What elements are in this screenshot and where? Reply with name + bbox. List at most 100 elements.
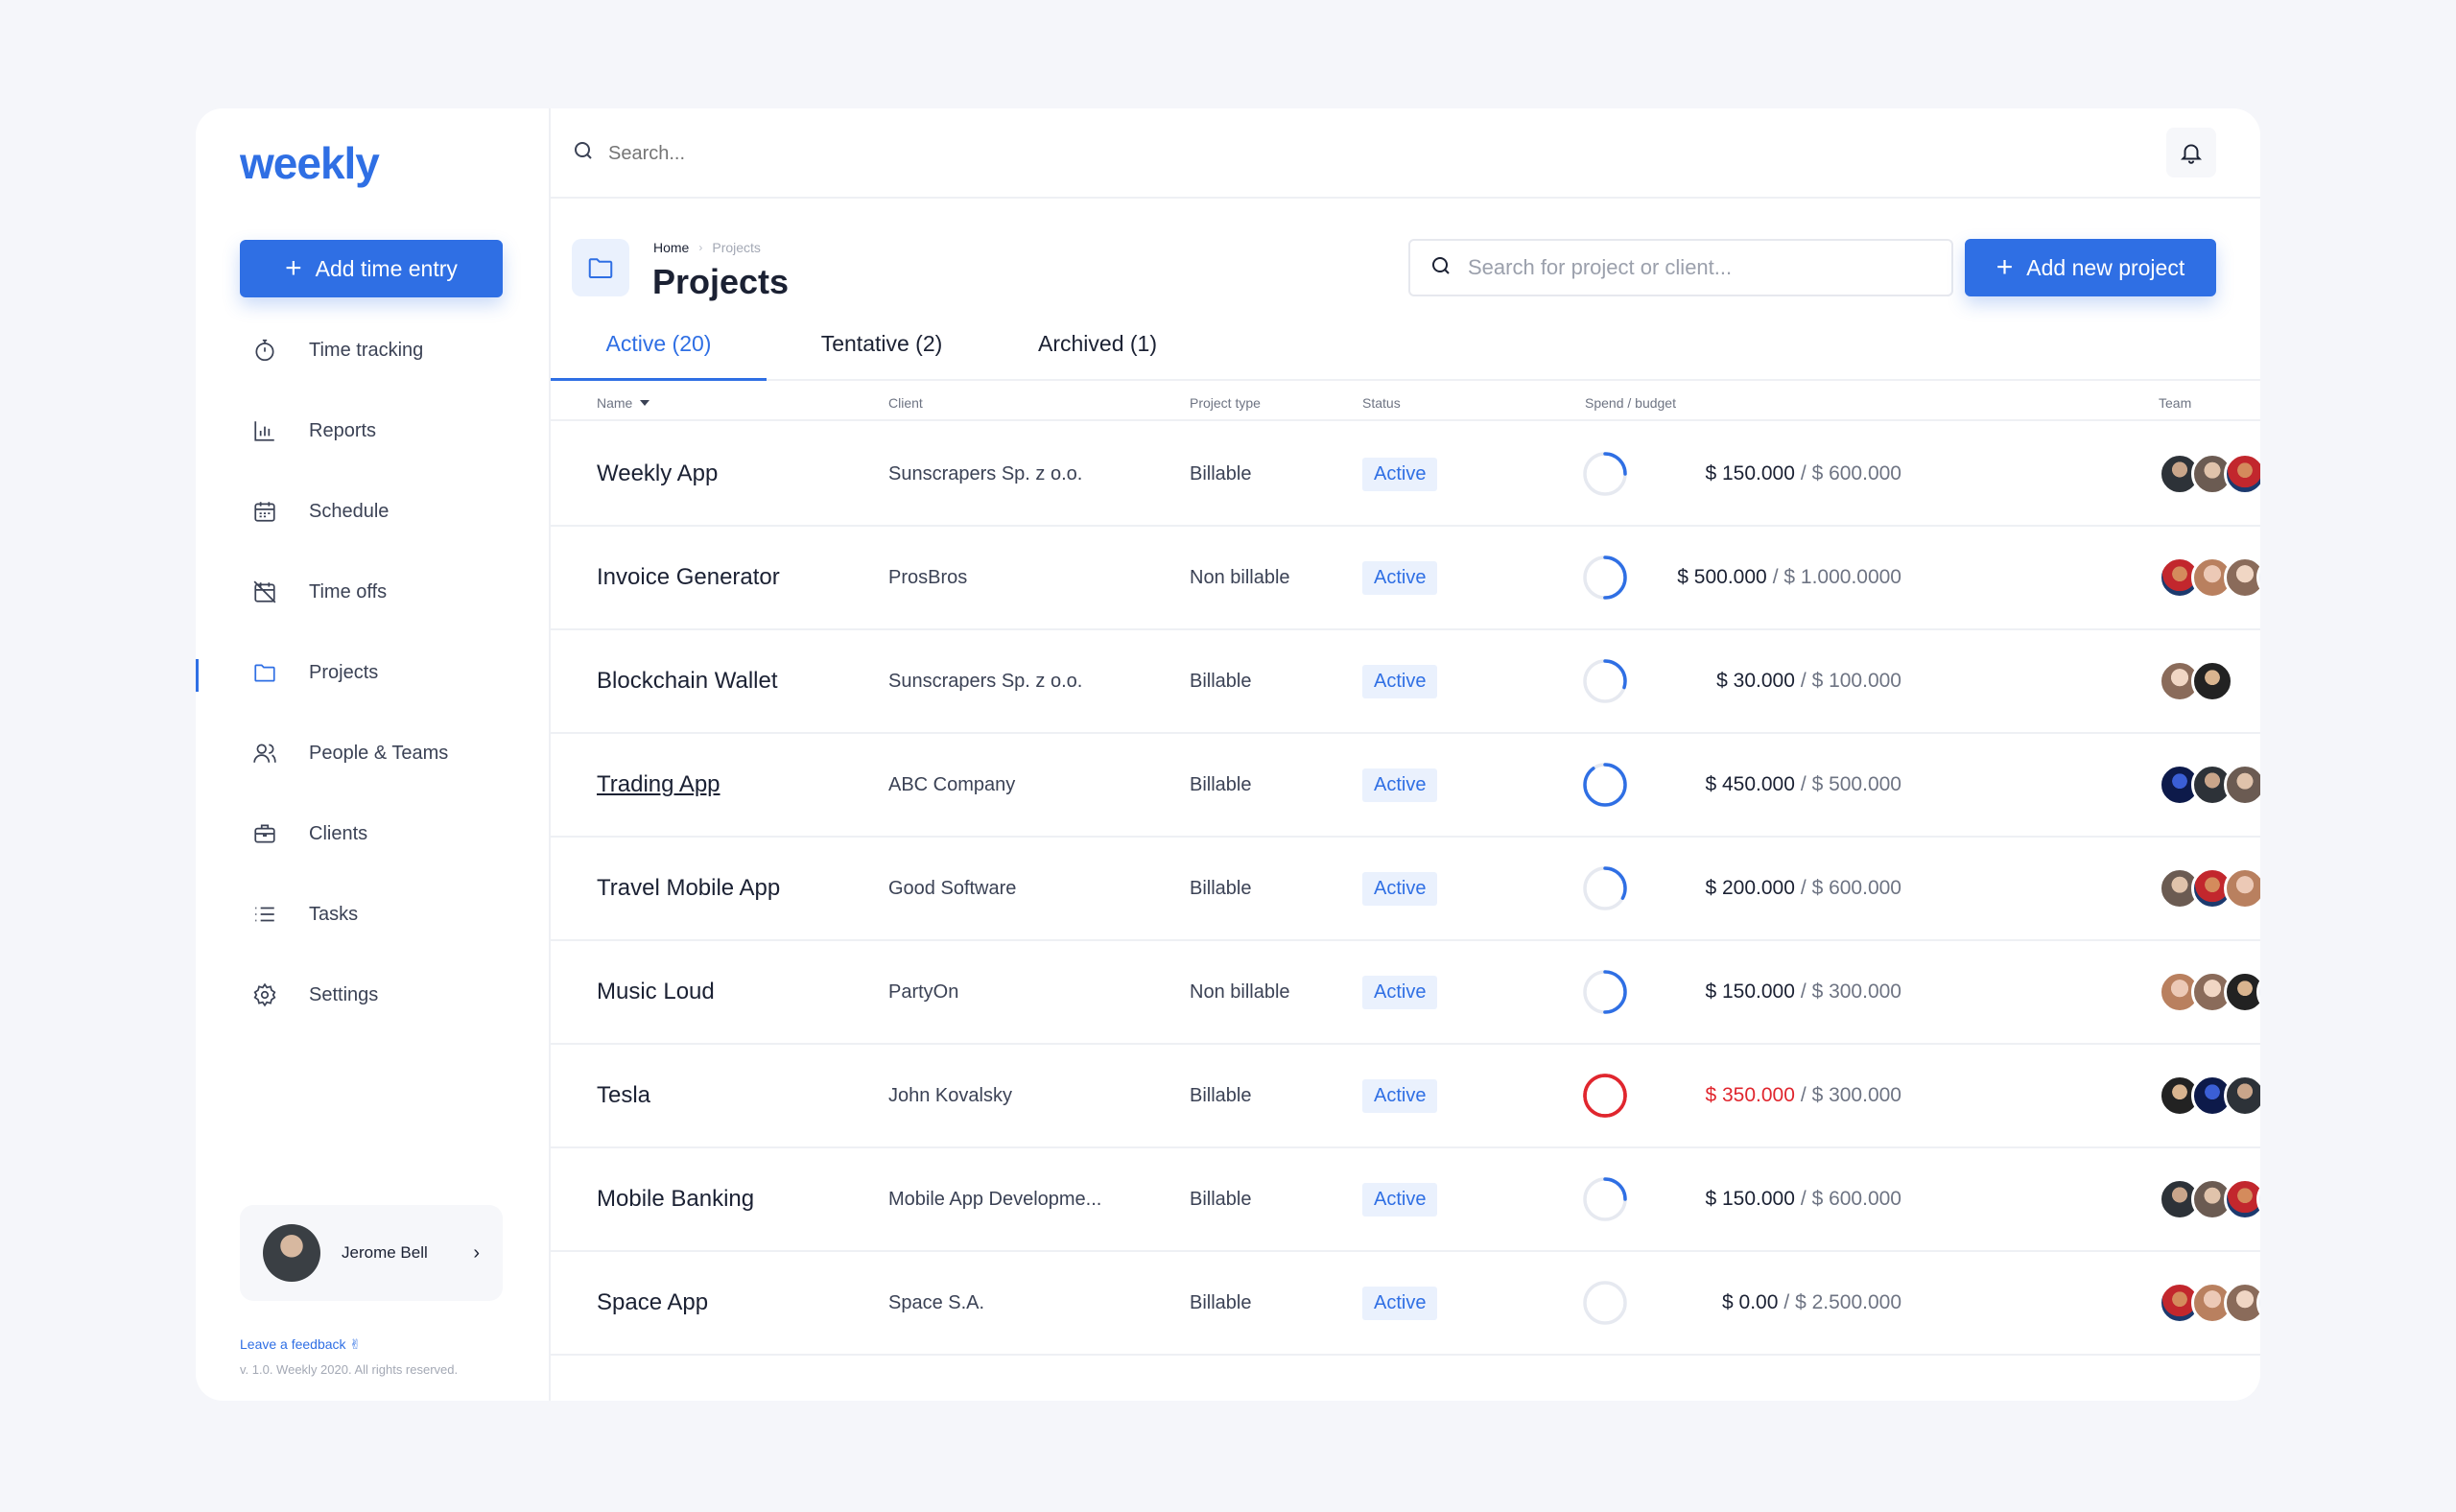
caret-down-icon <box>640 400 650 406</box>
tab-archived[interactable]: Archived (1) <box>997 329 1198 381</box>
project-search <box>1408 239 1953 296</box>
sidebar-item-reports[interactable]: Reports <box>196 390 549 471</box>
team-avatars[interactable]: +2 <box>2159 941 2260 1043</box>
chevron-right-icon: › <box>698 241 703 254</box>
briefcase-icon <box>249 818 280 849</box>
project-name[interactable]: Music Loud <box>597 941 715 1043</box>
budget-amount: / $ 300.000 <box>1800 980 1901 1003</box>
project-name[interactable]: Mobile Banking <box>597 1148 754 1250</box>
add-new-project-button[interactable]: + Add new project <box>1965 239 2216 296</box>
project-table: Weekly App Sunscrapers Sp. z o.o. Billab… <box>551 423 2260 1356</box>
project-type: Billable <box>1190 773 1252 795</box>
sidebar-item-settings[interactable]: Settings <box>196 955 549 1035</box>
list-icon <box>249 899 280 930</box>
project-name[interactable]: Blockchain Wallet <box>597 630 778 732</box>
app-window: weekly + Add time entry Time tracking Re… <box>196 108 2260 1401</box>
column-team: Team <box>2159 395 2192 411</box>
breadcrumb-current: Projects <box>712 240 761 255</box>
status-cell: Active <box>1362 1045 1438 1146</box>
notifications-button[interactable] <box>2166 128 2216 177</box>
column-name[interactable]: Name <box>597 395 650 411</box>
sidebar-item-label: Settings <box>309 983 379 1005</box>
table-row[interactable]: Blockchain Wallet Sunscrapers Sp. z o.o.… <box>551 630 2260 734</box>
spend-budget: $ 350.000 / $ 300.000 <box>1625 1045 1901 1146</box>
status-cell: Active <box>1362 1148 1438 1250</box>
status-cell: Active <box>1362 423 1438 525</box>
table-row[interactable]: Weekly App Sunscrapers Sp. z o.o. Billab… <box>551 423 2260 527</box>
budget-amount: / $ 600.000 <box>1800 877 1901 899</box>
status-badge: Active <box>1362 457 1438 491</box>
budget-amount: / $ 600.000 <box>1800 462 1901 484</box>
table-row[interactable]: Space App Space S.A. Billable Active $ 0… <box>551 1252 2260 1356</box>
status-cell: Active <box>1362 838 1438 939</box>
feedback-link[interactable]: Leave a feedback ✌ <box>240 1336 361 1353</box>
status-badge: Active <box>1362 560 1438 595</box>
table-row[interactable]: Tesla John Kovalsky Billable Active $ 35… <box>551 1045 2260 1148</box>
team-avatars[interactable] <box>2159 838 2260 939</box>
people-icon <box>249 738 280 768</box>
project-tabs: Active (20) Tentative (2) Archived (1) <box>551 329 2260 381</box>
status-cell: Active <box>1362 527 1438 628</box>
gear-icon <box>249 980 280 1010</box>
spend-budget: $ 150.000 / $ 600.000 <box>1625 1148 1901 1250</box>
tab-tentative[interactable]: Tentative (2) <box>767 329 997 381</box>
sidebar-item-time-tracking[interactable]: Time tracking <box>196 310 549 390</box>
team-avatars[interactable] <box>2159 734 2260 836</box>
user-name: Jerome Bell <box>342 1243 428 1262</box>
avatar <box>2224 1282 2260 1324</box>
avatar <box>2224 453 2260 495</box>
avatar <box>2224 867 2260 910</box>
project-name[interactable]: Space App <box>597 1252 708 1354</box>
spend-budget: $ 150.000 / $ 300.000 <box>1625 941 1901 1043</box>
spent-amount: $ 150.000 <box>1705 1188 1795 1210</box>
table-row[interactable]: Invoice Generator ProsBros Non billable … <box>551 527 2260 630</box>
calendar-off-icon <box>249 577 280 607</box>
project-name[interactable]: Travel Mobile App <box>597 838 780 939</box>
status-cell: Active <box>1362 734 1438 836</box>
project-type: Billable <box>1190 1291 1252 1313</box>
table-row[interactable]: Music Loud PartyOn Non billable Active $… <box>551 941 2260 1045</box>
plus-icon: + <box>285 252 302 284</box>
column-client: Client <box>888 395 923 411</box>
status-badge: Active <box>1362 768 1438 802</box>
sidebar-item-schedule[interactable]: Schedule <box>196 471 549 552</box>
project-client: Sunscrapers Sp. z o.o. <box>888 462 1083 484</box>
team-avatars[interactable]: +3 <box>2159 1148 2260 1250</box>
add-time-entry-label: Add time entry <box>315 255 458 281</box>
column-spend: Spend / budget <box>1585 395 1676 411</box>
logo: weekly <box>240 138 380 188</box>
project-client: ProsBros <box>888 566 968 588</box>
breadcrumb-home[interactable]: Home <box>653 240 689 255</box>
status-cell: Active <box>1362 1252 1438 1354</box>
team-avatars[interactable]: +4 <box>2159 527 2260 628</box>
spend-budget: $ 450.000 / $ 500.000 <box>1625 734 1901 836</box>
sidebar-item-tasks[interactable]: Tasks <box>196 874 549 955</box>
tab-active[interactable]: Active (20) <box>551 329 767 381</box>
table-row[interactable]: Trading App ABC Company Billable Active … <box>551 734 2260 838</box>
spent-amount: $ 150.000 <box>1705 462 1795 484</box>
sidebar-item-label: Projects <box>309 661 379 683</box>
budget-progress-ring <box>1581 527 1629 628</box>
project-name[interactable]: Tesla <box>597 1045 650 1146</box>
project-name[interactable]: Weekly App <box>597 423 718 525</box>
sidebar-item-projects[interactable]: Projects <box>196 632 549 713</box>
team-avatars[interactable] <box>2159 423 2260 525</box>
table-row[interactable]: Mobile Banking Mobile App Developme... B… <box>551 1148 2260 1252</box>
team-avatars[interactable]: +2 <box>2159 1252 2260 1354</box>
sidebar-item-people-teams[interactable]: People & Teams <box>196 713 549 793</box>
spent-amount: $ 500.000 <box>1677 566 1767 588</box>
team-avatars[interactable] <box>2159 630 2233 732</box>
spent-amount: $ 200.000 <box>1705 877 1795 899</box>
sidebar-item-clients[interactable]: Clients <box>196 793 549 874</box>
global-search-input[interactable] <box>608 142 1184 165</box>
add-time-entry-button[interactable]: + Add time entry <box>240 240 503 297</box>
team-avatars[interactable] <box>2159 1045 2260 1146</box>
project-search-input[interactable] <box>1468 255 1928 280</box>
user-card[interactable]: Jerome Bell › <box>240 1205 503 1301</box>
budget-amount: / $ 1.000.0000 <box>1772 566 1901 588</box>
project-name[interactable]: Invoice Generator <box>597 527 780 628</box>
project-name[interactable]: Trading App <box>597 734 720 836</box>
sidebar-item-time-offs[interactable]: Time offs <box>196 552 549 632</box>
global-search <box>572 139 1184 168</box>
table-row[interactable]: Travel Mobile App Good Software Billable… <box>551 838 2260 941</box>
